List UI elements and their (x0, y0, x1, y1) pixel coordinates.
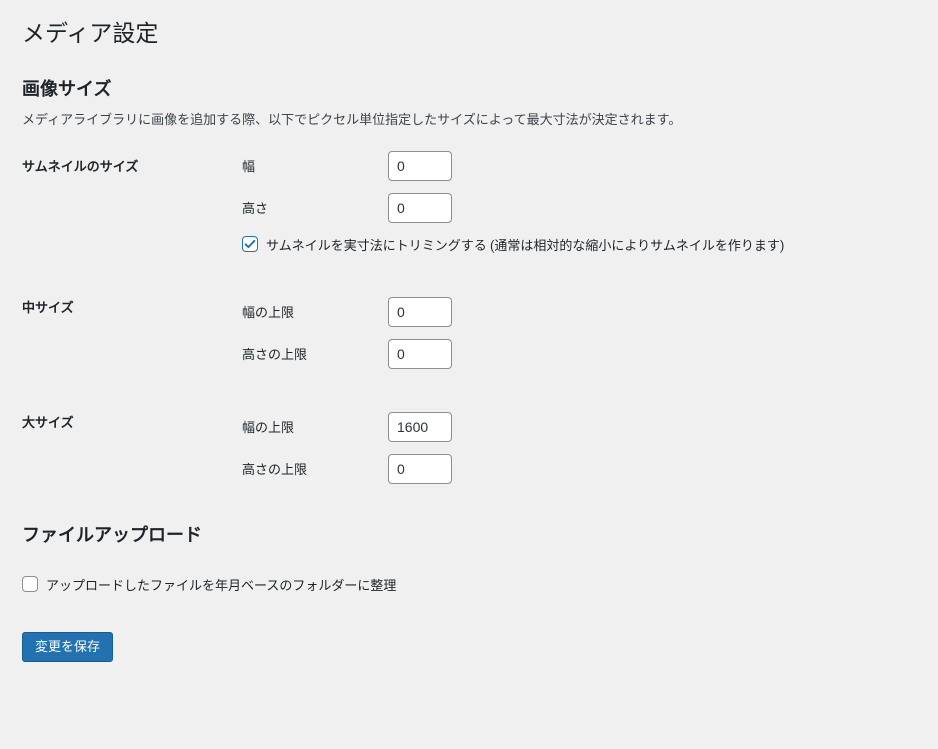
medium-max-width-label: 幅の上限 (242, 302, 388, 321)
row-label-medium: 中サイズ (22, 269, 242, 384)
large-max-width-input[interactable] (388, 412, 452, 442)
check-icon (243, 237, 257, 251)
thumbnail-height-label: 高さ (242, 198, 388, 217)
thumbnail-height-input[interactable] (388, 193, 452, 223)
row-label-thumbnail: サムネイルのサイズ (22, 136, 242, 269)
thumbnail-crop-checkbox[interactable] (242, 236, 258, 252)
section-heading-image-sizes: 画像サイズ (22, 75, 918, 101)
thumbnail-width-label: 幅 (242, 156, 388, 175)
section-desc-image-sizes: メディアライブラリに画像を追加する際、以下でピクセル単位指定したサイズによって最… (22, 109, 918, 128)
thumbnail-width-input[interactable] (388, 151, 452, 181)
page-title: メディア設定 (22, 10, 918, 53)
large-max-height-input[interactable] (388, 454, 452, 484)
save-button[interactable]: 変更を保存 (22, 632, 113, 662)
large-max-width-label: 幅の上限 (242, 417, 388, 436)
large-max-height-label: 高さの上限 (242, 459, 388, 478)
medium-max-width-input[interactable] (388, 297, 452, 327)
thumbnail-crop-label: サムネイルを実寸法にトリミングする (通常は相対的な縮小によりサムネイルを作りま… (266, 235, 784, 254)
medium-max-height-label: 高さの上限 (242, 344, 388, 363)
medium-max-height-input[interactable] (388, 339, 452, 369)
section-heading-upload: ファイルアップロード (22, 521, 918, 547)
upload-organize-checkbox[interactable] (22, 576, 38, 592)
row-label-large: 大サイズ (22, 384, 242, 499)
form-table-image-sizes: サムネイルのサイズ 幅 高さ サムネイルを実寸法にトリミングする (22, 136, 918, 499)
upload-organize-label: アップロードしたファイルを年月ベースのフォルダーに整理 (46, 575, 396, 594)
